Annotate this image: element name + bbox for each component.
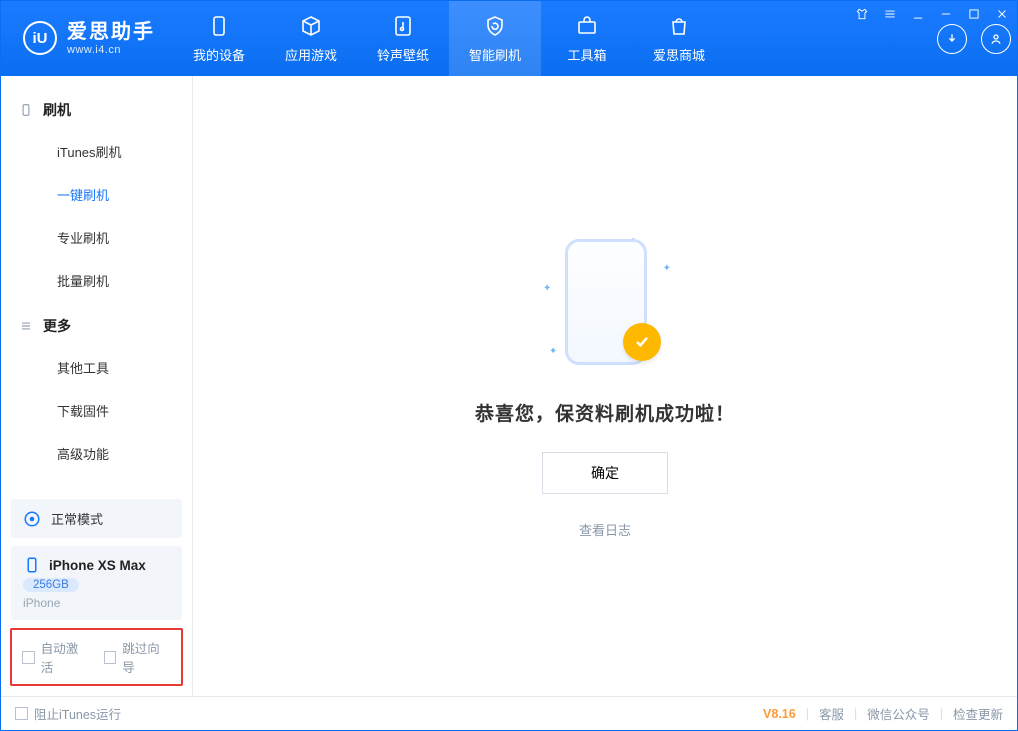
device-capacity: 256GB — [23, 578, 79, 592]
minimize-icon[interactable] — [937, 5, 955, 23]
sidebar-section-more: 更多 — [1, 302, 192, 346]
tab-label: 工具箱 — [567, 45, 606, 64]
version-label: V8.16 — [763, 707, 796, 721]
tab-apps[interactable]: 应用游戏 — [265, 1, 357, 76]
sidebar-item-advanced[interactable]: 高级功能 — [1, 432, 192, 475]
tab-device[interactable]: 我的设备 — [173, 1, 265, 76]
logo-icon — [23, 21, 57, 55]
app-name: 爱思助手 — [67, 21, 155, 44]
bag-icon — [666, 13, 692, 39]
window-controls — [853, 5, 1011, 23]
footer-link-support[interactable]: 客服 — [819, 704, 844, 723]
mode-label: 正常模式 — [51, 509, 103, 528]
sidebar-item-batch-flash[interactable]: 批量刷机 — [1, 259, 192, 302]
account-button[interactable] — [981, 24, 1011, 54]
mode-icon — [23, 510, 41, 528]
close-icon[interactable] — [993, 5, 1011, 23]
list-icon — [19, 319, 33, 333]
auto-activate-checkbox[interactable]: 自动激活 — [22, 638, 90, 676]
sidebar-item-download-fw[interactable]: 下载固件 — [1, 389, 192, 432]
status-bar: 阻止iTunes运行 V8.16 | 客服 | 微信公众号 | 检查更新 — [1, 696, 1017, 730]
sidebar-head-label: 刷机 — [43, 100, 71, 120]
tab-label: 爱思商城 — [653, 45, 705, 64]
skip-guide-checkbox[interactable]: 跳过向导 — [104, 638, 172, 676]
plain-minimize-icon[interactable] — [909, 5, 927, 23]
tab-flash[interactable]: 智能刷机 — [449, 1, 541, 76]
maximize-icon[interactable] — [965, 5, 983, 23]
app-url: www.i4.cn — [67, 44, 155, 57]
main-content: ✦✦✦• 恭喜您，保资料刷机成功啦！ 确定 查看日志 — [193, 76, 1017, 696]
tab-label: 智能刷机 — [469, 45, 521, 64]
success-message: 恭喜您，保资料刷机成功啦！ — [475, 399, 735, 426]
tab-label: 我的设备 — [193, 45, 245, 64]
cube-icon — [298, 13, 324, 39]
tab-toolbox[interactable]: 工具箱 — [541, 1, 633, 76]
sidebar-section-flash: 刷机 — [1, 86, 192, 130]
checkbox-icon — [15, 707, 28, 720]
view-log-link[interactable]: 查看日志 — [579, 520, 631, 539]
tab-media[interactable]: 铃声壁纸 — [357, 1, 449, 76]
check-badge-icon — [623, 323, 661, 361]
download-button[interactable] — [937, 24, 967, 54]
sidebar: 刷机 iTunes刷机 一键刷机 专业刷机 批量刷机 更多 其他工具 下载固件 … — [1, 76, 193, 696]
footer-link-wechat[interactable]: 微信公众号 — [867, 704, 930, 723]
confirm-button[interactable]: 确定 — [542, 452, 668, 494]
checkbox-label: 自动激活 — [41, 638, 90, 676]
phone-outline-icon — [19, 103, 33, 117]
logo[interactable]: 爱思助手 www.i4.cn — [1, 21, 173, 57]
checkbox-icon — [104, 651, 117, 664]
refresh-badge-icon — [482, 13, 508, 39]
device-card[interactable]: iPhone XS Max 256GB iPhone — [11, 546, 182, 620]
flash-options-box: 自动激活 跳过向导 — [10, 628, 183, 686]
device-name: iPhone XS Max — [49, 558, 146, 573]
stop-itunes-checkbox[interactable]: 阻止iTunes运行 — [15, 704, 121, 723]
shirt-icon[interactable] — [853, 5, 871, 23]
menu-icon[interactable] — [881, 5, 899, 23]
main-tabs: 我的设备 应用游戏 铃声壁纸 智能刷机 工具箱 爱思商城 — [173, 1, 725, 76]
sidebar-item-other-tools[interactable]: 其他工具 — [1, 346, 192, 389]
checkbox-label: 跳过向导 — [122, 638, 171, 676]
device-phone-icon — [23, 556, 41, 574]
sidebar-item-itunes-flash[interactable]: iTunes刷机 — [1, 130, 192, 173]
tab-store[interactable]: 爱思商城 — [633, 1, 725, 76]
music-icon — [390, 13, 416, 39]
checkbox-label: 阻止iTunes运行 — [34, 704, 121, 723]
toolbox-icon — [574, 13, 600, 39]
sidebar-item-pro-flash[interactable]: 专业刷机 — [1, 216, 192, 259]
tab-label: 应用游戏 — [285, 45, 337, 64]
checkbox-icon — [22, 651, 35, 664]
phone-icon — [206, 13, 232, 39]
device-type: iPhone — [23, 596, 60, 610]
mode-card[interactable]: 正常模式 — [11, 499, 182, 538]
sidebar-item-oneclick[interactable]: 一键刷机 — [1, 173, 192, 216]
footer-link-update[interactable]: 检查更新 — [953, 704, 1003, 723]
sidebar-head-label: 更多 — [43, 316, 71, 336]
success-illustration: ✦✦✦• — [535, 233, 675, 373]
tab-label: 铃声壁纸 — [377, 45, 429, 64]
